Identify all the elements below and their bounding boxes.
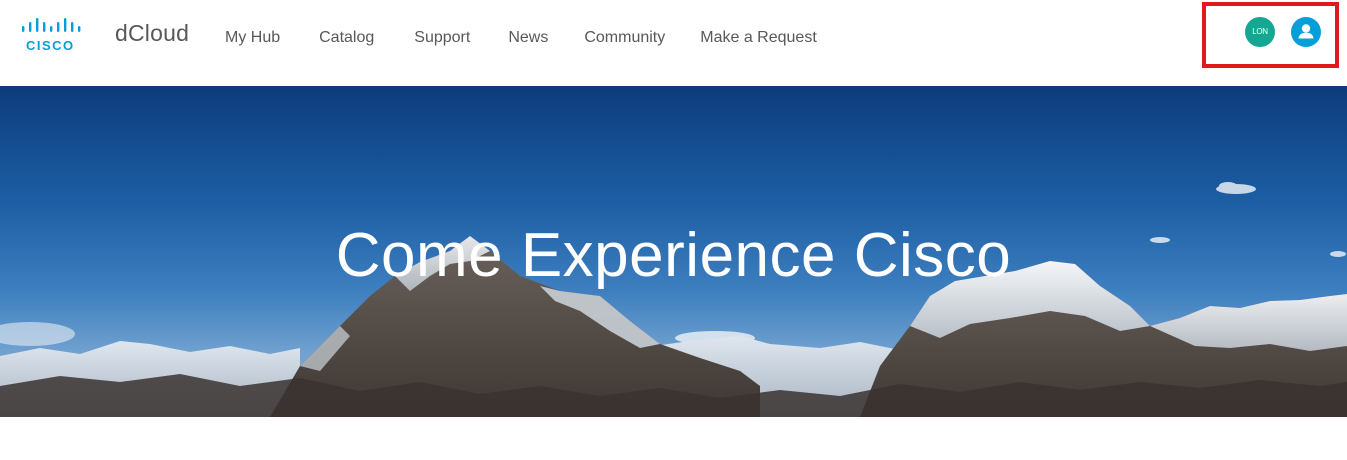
top-navigation-bar: CISCO dCloud My Hub Catalog Support News… xyxy=(0,0,1347,86)
cisco-logo[interactable]: CISCO xyxy=(20,18,84,54)
nav-item-news[interactable]: News xyxy=(508,29,548,47)
hero-banner: Come Experience Cisco xyxy=(0,86,1347,417)
logo-wordmark: CISCO xyxy=(26,38,75,53)
main-nav: My Hub Catalog Support News Community Ma… xyxy=(225,27,817,49)
page: CISCO dCloud My Hub Catalog Support News… xyxy=(0,0,1347,460)
cisco-bridge-icon xyxy=(22,18,81,32)
user-avatar-button[interactable] xyxy=(1291,17,1321,47)
hero-title: Come Experience Cisco xyxy=(335,221,1012,290)
product-name[interactable]: dCloud xyxy=(115,20,189,47)
nav-item-catalog[interactable]: Catalog xyxy=(319,29,374,47)
user-icon xyxy=(1298,24,1314,39)
nav-item-community[interactable]: Community xyxy=(584,29,665,47)
nav-item-my-hub[interactable]: My Hub xyxy=(225,29,280,47)
nav-item-make-a-request[interactable]: Make a Request xyxy=(700,29,817,47)
nav-item-support[interactable]: Support xyxy=(414,29,470,47)
region-badge[interactable]: LON xyxy=(1245,17,1275,47)
